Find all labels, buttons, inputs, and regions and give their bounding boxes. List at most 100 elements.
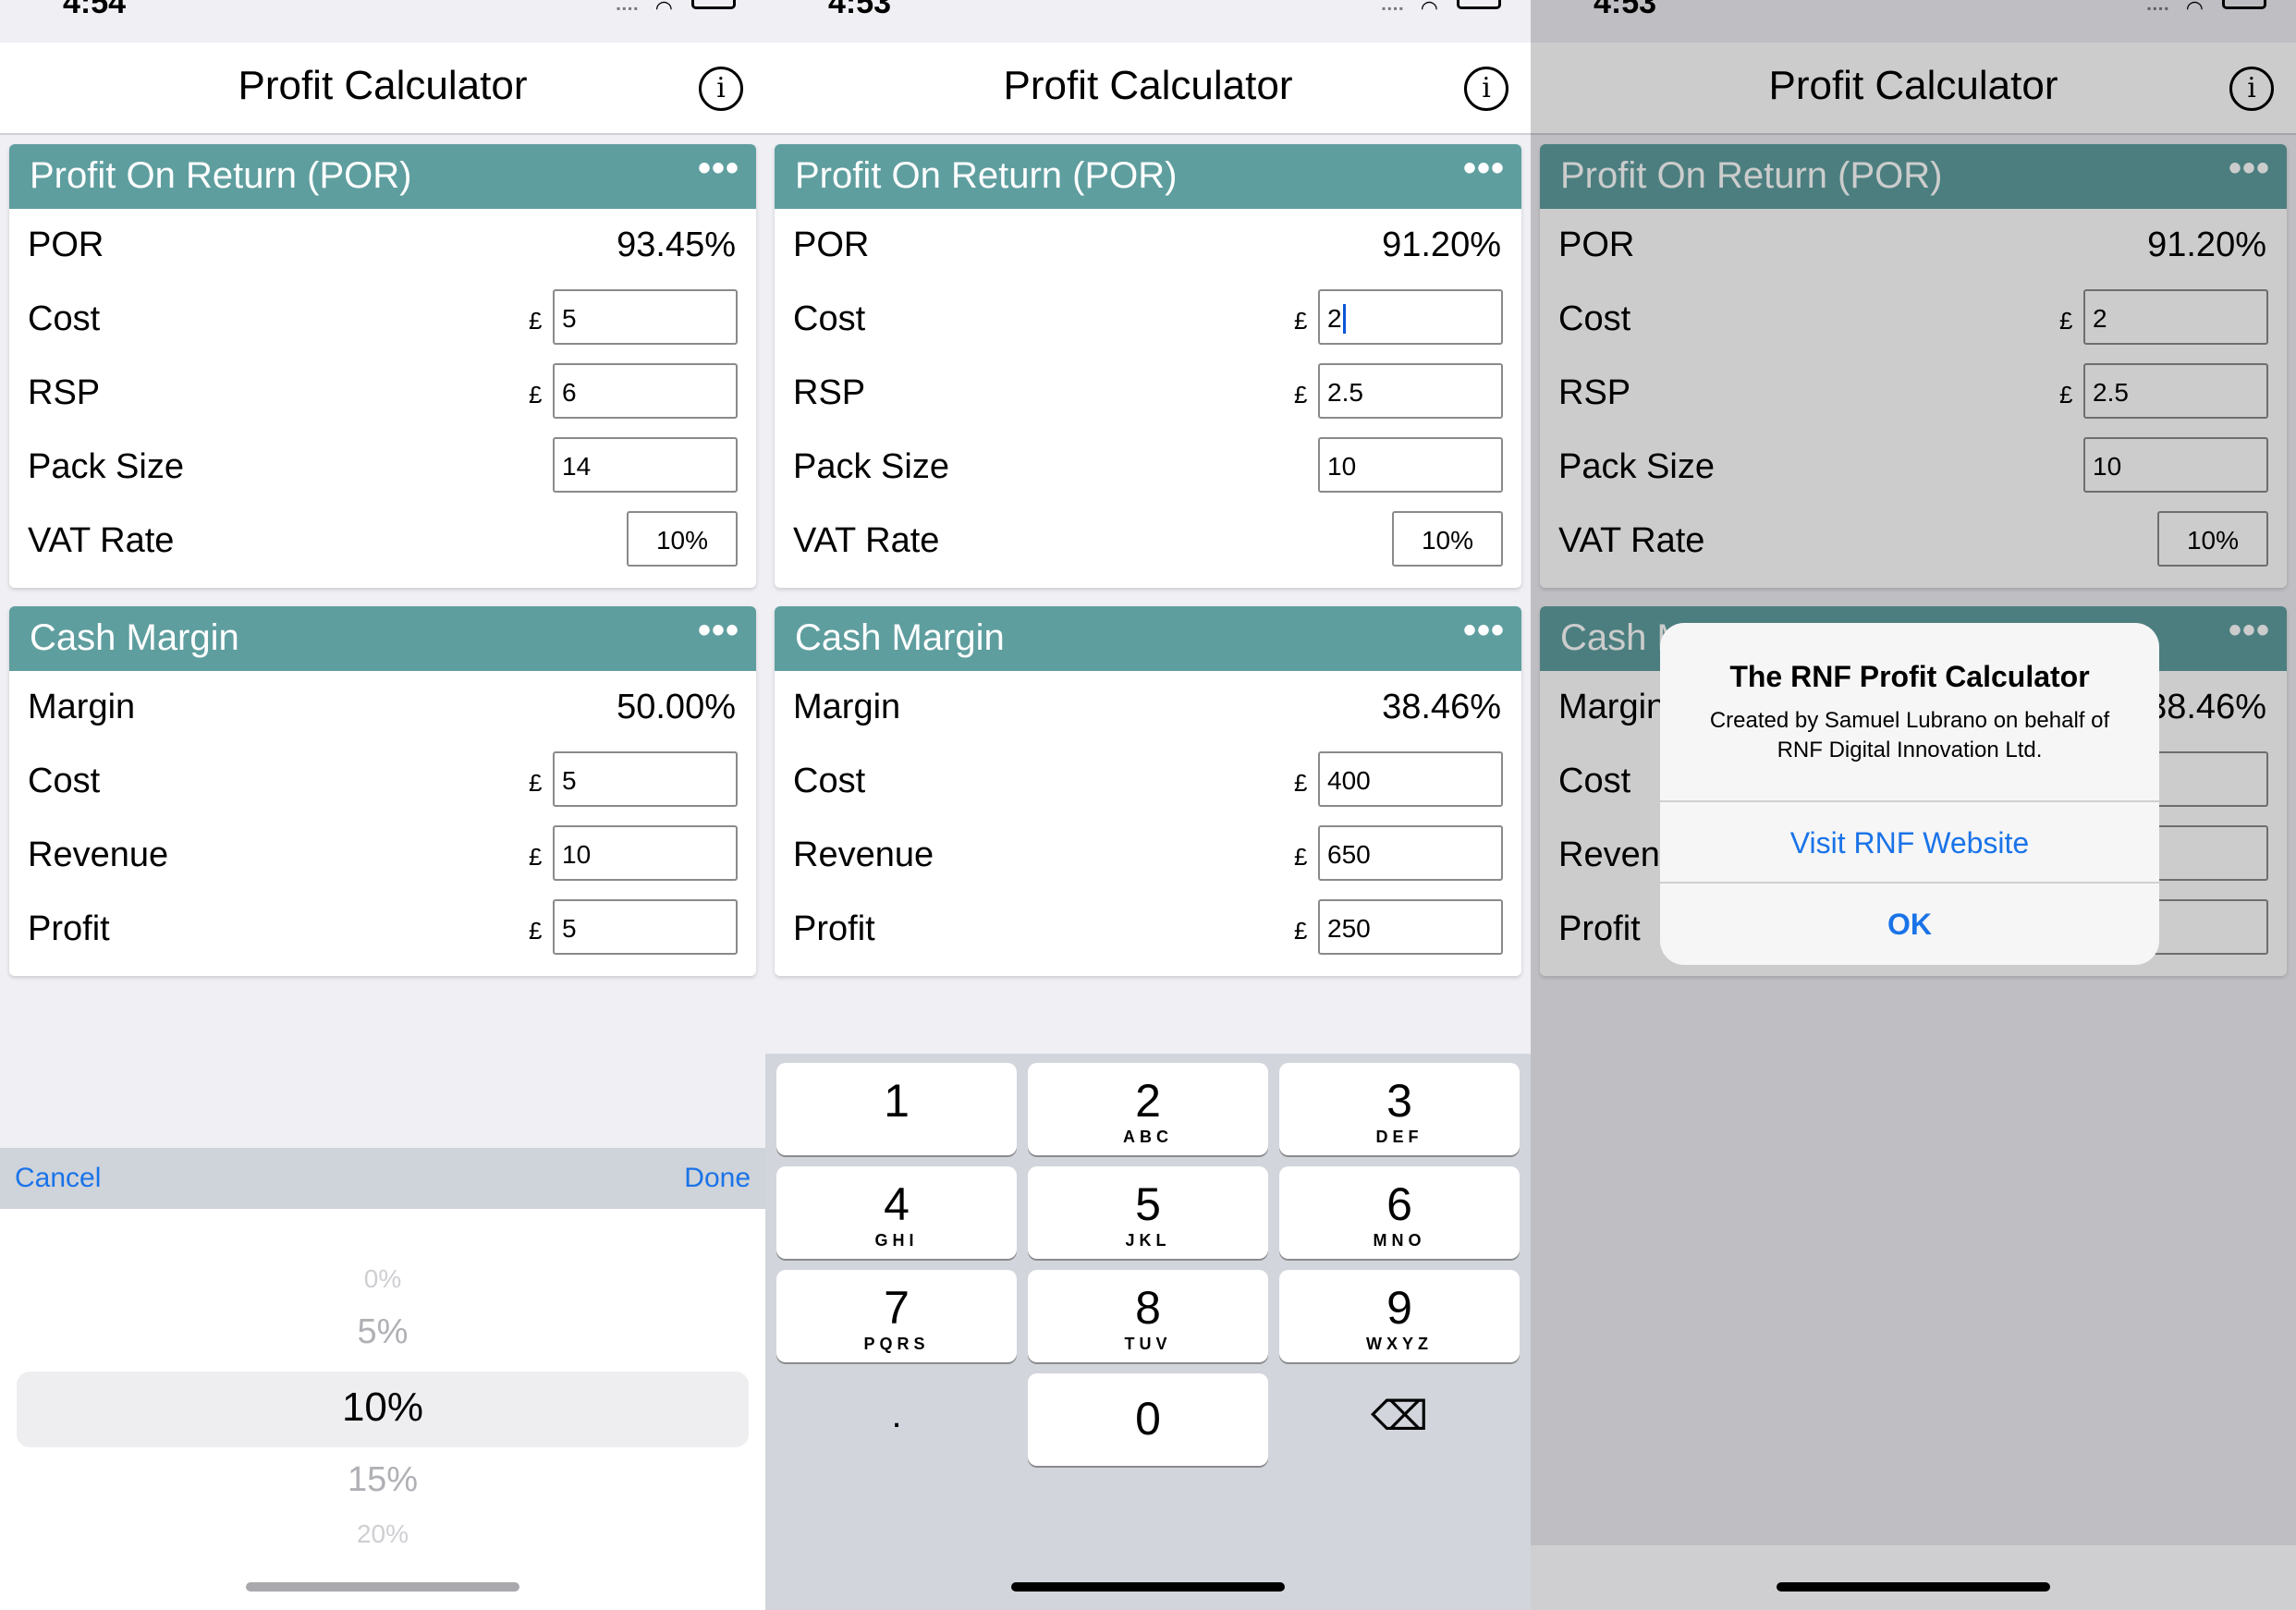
visit-website-button[interactable]: Visit RNF Website [1660, 826, 2159, 860]
done-button[interactable]: Done [684, 1163, 751, 1194]
cost-label: Cost [793, 762, 866, 800]
por-label: POR [793, 226, 870, 264]
por-vat-row: VAT Rate 10% [9, 505, 756, 579]
nav-bar: Profit Calculator i [765, 43, 1531, 135]
more-icon[interactable]: ••• [1463, 610, 1505, 652]
home-indicator[interactable] [246, 1582, 519, 1592]
profit-row: Profit £ 250 [775, 893, 1521, 967]
picker-option[interactable]: 0% [0, 1264, 765, 1294]
nav-bar: Profit Calculator i [0, 43, 765, 135]
currency-symbol: £ [1294, 917, 1308, 945]
screen-vat-picker: 4:54 ▪▪▪▪ ◠ Profit Calculator i Profit O… [0, 0, 765, 1610]
key-3[interactable]: 3 DEF [1279, 1063, 1520, 1155]
por-vat-row: VAT Rate 10% [775, 505, 1521, 579]
profit-input[interactable]: 250 [1318, 899, 1503, 955]
profit-input[interactable]: 5 [553, 899, 738, 955]
key-4[interactable]: 4 GHI [776, 1166, 1017, 1259]
vat-rate-select[interactable]: 10% [627, 511, 738, 567]
por-pack-row: Pack Size 10 [775, 431, 1521, 505]
por-rsp-input[interactable]: 2.5 [1318, 363, 1503, 419]
backspace-icon: ⌫ [1370, 1394, 1429, 1439]
key-letters: GHI [874, 1231, 919, 1250]
alert-divider [1660, 882, 2159, 884]
por-result-row: POR 91.20% [775, 209, 1521, 283]
signal-icon: ▪▪▪▪ [1381, 2, 1405, 15]
currency-symbol: £ [1294, 307, 1308, 335]
vat-rate-label: VAT Rate [28, 521, 175, 560]
info-icon[interactable]: i [1464, 67, 1508, 111]
picker-option[interactable]: 5% [0, 1312, 765, 1352]
alert-title: The RNF Profit Calculator [1729, 660, 2090, 693]
page-title: Profit Calculator [238, 63, 528, 108]
vat-rate-select[interactable]: 10% [1392, 511, 1503, 567]
key-8[interactable]: 8 TUV [1028, 1270, 1268, 1362]
por-cost-input-focused[interactable]: 2 [1318, 289, 1503, 345]
por-value: 91.20% [1382, 226, 1501, 264]
margin-value: 50.00% [617, 688, 736, 726]
screenshot-collage: 4:54 ▪▪▪▪ ◠ Profit Calculator i Profit O… [0, 0, 2296, 1610]
cancel-button[interactable]: Cancel [15, 1163, 101, 1194]
status-bar: 4:54 ▪▪▪▪ ◠ [0, 0, 765, 43]
revenue-label: Revenue [793, 835, 934, 874]
margin-label: Margin [793, 688, 901, 726]
por-cost-input[interactable]: 5 [553, 289, 738, 345]
alert-divider [1660, 800, 2159, 802]
bottom-bar [1531, 1545, 2296, 1610]
key-1[interactable]: 1 [776, 1063, 1017, 1155]
alert-message: Created by Samuel Lubrano on behalf of R… [1709, 708, 2110, 762]
more-icon[interactable]: ••• [1463, 148, 1505, 189]
picker-option-selected[interactable]: 10% [0, 1384, 765, 1431]
por-pack-row: Pack Size 14 [9, 431, 756, 505]
home-indicator[interactable] [1777, 1582, 2050, 1592]
pack-size-input[interactable]: 10 [1318, 437, 1503, 493]
cash-card-title: Cash Margin [795, 617, 1005, 658]
revenue-row: Revenue £ 650 [775, 819, 1521, 893]
key-digit: 0 [1135, 1393, 1161, 1445]
wifi-icon: ◠ [654, 0, 673, 19]
key-6[interactable]: 6 MNO [1279, 1166, 1520, 1259]
more-icon[interactable]: ••• [698, 610, 739, 652]
status-time: 4:53 [828, 0, 892, 20]
por-rsp-row: RSP £ 2.5 [775, 357, 1521, 431]
por-rsp-input[interactable]: 6 [553, 363, 738, 419]
key-digit: 8 [1135, 1282, 1161, 1334]
por-cost-row: Cost £ 5 [9, 283, 756, 357]
backspace-key[interactable]: ⌫ [1279, 1373, 1520, 1466]
pack-size-input[interactable]: 14 [553, 437, 738, 493]
status-bar: 4:53 ▪▪▪▪ ◠ [765, 0, 1531, 43]
cash-cost-input[interactable]: 5 [553, 751, 738, 807]
key-letters: JKL [1125, 1231, 1171, 1250]
vat-rate-label: VAT Rate [793, 521, 940, 560]
key-0[interactable]: 0 [1028, 1373, 1268, 1466]
revenue-input[interactable]: 650 [1318, 825, 1503, 881]
currency-symbol: £ [529, 843, 543, 871]
currency-symbol: £ [529, 769, 543, 797]
screen-about-alert: 4:53 ▪▪▪▪ ◠ Profit Calculator i Profit O… [1531, 0, 2296, 1610]
key-digit: 7 [884, 1282, 910, 1334]
key-2[interactable]: 2 ABC [1028, 1063, 1268, 1155]
currency-symbol: £ [1294, 843, 1308, 871]
revenue-input[interactable]: 10 [553, 825, 738, 881]
key-letters: PQRS [863, 1335, 930, 1353]
pack-size-label: Pack Size [793, 447, 949, 486]
ok-button[interactable]: OK [1660, 908, 2159, 942]
cost-label: Cost [28, 762, 101, 800]
cash-cost-input[interactable]: 400 [1318, 751, 1503, 807]
signal-icon: ▪▪▪▪ [616, 2, 640, 15]
key-decimal-point[interactable]: . [776, 1373, 1017, 1466]
cash-margin-card: Cash Margin ••• Margin 50.00% Cost £ 5 R… [9, 606, 756, 976]
info-icon[interactable]: i [699, 67, 743, 111]
page-title: Profit Calculator [1003, 63, 1293, 108]
cash-cost-row: Cost £ 400 [775, 745, 1521, 819]
more-icon[interactable]: ••• [698, 148, 739, 189]
home-indicator[interactable] [1011, 1582, 1285, 1592]
key-7[interactable]: 7 PQRS [776, 1270, 1017, 1362]
por-card-title: Profit On Return (POR) [795, 155, 1178, 196]
key-9[interactable]: 9 WXYZ [1279, 1270, 1520, 1362]
picker-option[interactable]: 15% [0, 1460, 765, 1500]
vat-picker-wheel[interactable]: 0% 5% 10% 15% 20% [0, 1209, 765, 1610]
margin-result-row: Margin 38.46% [775, 671, 1521, 745]
key-5[interactable]: 5 JKL [1028, 1166, 1268, 1259]
picker-option[interactable]: 20% [0, 1519, 765, 1549]
battery-icon [1457, 0, 1501, 9]
